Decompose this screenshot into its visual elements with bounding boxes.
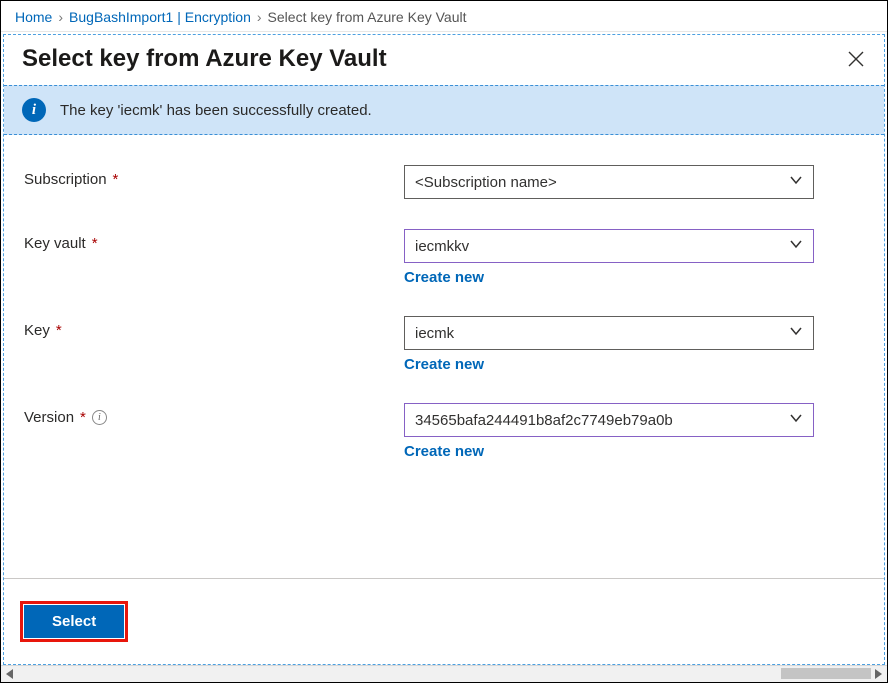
chevron-down-icon bbox=[789, 324, 803, 342]
chevron-down-icon bbox=[789, 173, 803, 191]
triangle-right-icon bbox=[874, 669, 882, 679]
key-dropdown[interactable]: iecmk bbox=[404, 316, 814, 350]
form-area: Subscription * <Subscription name> Key v… bbox=[4, 135, 884, 558]
keyvault-dropdown[interactable]: iecmkkv bbox=[404, 229, 814, 263]
footer: Select bbox=[4, 579, 884, 664]
success-notice: i The key 'iecmk' has been successfully … bbox=[4, 85, 884, 135]
version-dropdown[interactable]: 34565bafa244491b8af2c7749eb79a0b bbox=[404, 403, 814, 437]
breadcrumb-home[interactable]: Home bbox=[15, 9, 52, 25]
triangle-left-icon bbox=[6, 669, 14, 679]
breadcrumb-parent[interactable]: BugBashImport1 | Encryption bbox=[69, 9, 251, 25]
key-label: Key bbox=[24, 322, 50, 339]
breadcrumb-separator: › bbox=[257, 9, 262, 25]
keyvault-value: iecmkkv bbox=[415, 238, 469, 255]
scroll-left-arrow[interactable] bbox=[3, 667, 17, 681]
chevron-down-icon bbox=[789, 237, 803, 255]
key-value: iecmk bbox=[415, 325, 454, 342]
blade-header: Select key from Azure Key Vault bbox=[4, 35, 884, 85]
version-value: 34565bafa244491b8af2c7749eb79a0b bbox=[415, 412, 673, 429]
horizontal-scrollbar[interactable] bbox=[1, 665, 887, 682]
info-icon: i bbox=[22, 98, 46, 122]
scroll-right-arrow[interactable] bbox=[871, 667, 885, 681]
subscription-label: Subscription bbox=[24, 171, 107, 188]
subscription-dropdown[interactable]: <Subscription name> bbox=[404, 165, 814, 199]
breadcrumb-separator: › bbox=[58, 9, 63, 25]
blade-panel: Select key from Azure Key Vault i The ke… bbox=[3, 34, 885, 665]
scrollbar-track[interactable] bbox=[17, 666, 871, 682]
breadcrumb-current: Select key from Azure Key Vault bbox=[268, 9, 467, 25]
required-indicator: * bbox=[113, 171, 119, 188]
version-create-link[interactable]: Create new bbox=[404, 443, 484, 460]
close-button[interactable] bbox=[846, 49, 866, 69]
required-indicator: * bbox=[80, 409, 86, 426]
required-indicator: * bbox=[56, 322, 62, 339]
help-icon[interactable]: i bbox=[92, 410, 107, 425]
key-create-link[interactable]: Create new bbox=[404, 356, 484, 373]
breadcrumb: Home › BugBashImport1 | Encryption › Sel… bbox=[1, 1, 887, 32]
chevron-down-icon bbox=[789, 411, 803, 429]
scrollbar-thumb[interactable] bbox=[781, 668, 871, 679]
subscription-value: <Subscription name> bbox=[415, 174, 557, 191]
select-button[interactable]: Select bbox=[24, 605, 124, 638]
required-indicator: * bbox=[92, 235, 98, 252]
version-label: Version bbox=[24, 409, 74, 426]
notice-text: The key 'iecmk' has been successfully cr… bbox=[60, 102, 372, 119]
close-icon bbox=[848, 51, 864, 67]
keyvault-create-link[interactable]: Create new bbox=[404, 269, 484, 286]
page-title: Select key from Azure Key Vault bbox=[22, 45, 387, 73]
keyvault-label: Key vault bbox=[24, 235, 86, 252]
